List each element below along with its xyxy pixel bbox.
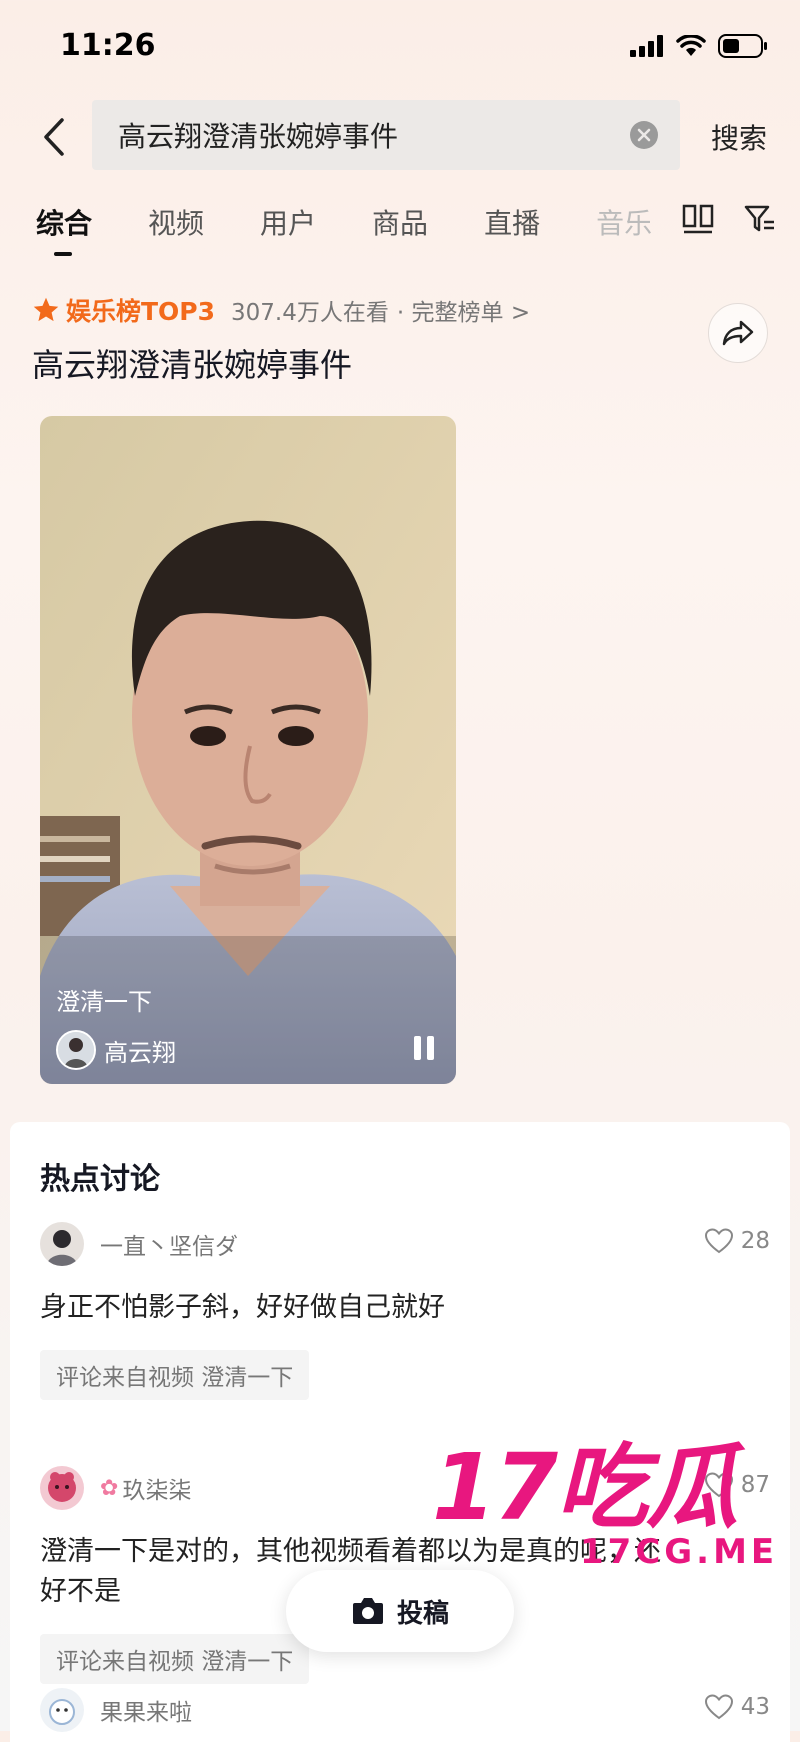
like-button[interactable]: 28: [704, 1228, 770, 1254]
watermark-domain: 17CG.ME: [580, 1532, 779, 1572]
author-name: 高云翔: [104, 1038, 176, 1067]
tab-video[interactable]: 视频: [148, 202, 204, 242]
comment-text: 身正不怕影子斜，好好做自己就好: [40, 1292, 445, 1323]
search-query: 高云翔澄清张婉婷事件: [118, 120, 399, 153]
video-author[interactable]: 高云翔: [56, 1030, 176, 1070]
video-card[interactable]: 澄清一下 高云翔: [40, 416, 456, 1084]
comment-item[interactable]: 一直丶坚信ダ 28 身正不怕影子斜，好好做自己就好 评论来自视频 澄清一下: [40, 1222, 770, 1400]
watermark-brand: 17吃瓜: [432, 1434, 738, 1541]
section-title: 热点讨论: [40, 1162, 160, 1197]
chevron-left-icon: [44, 118, 64, 156]
tab-bar: 综合 视频 用户 商品 直播 音乐: [36, 202, 708, 256]
comment-username[interactable]: 一直丶坚信ダ: [100, 1227, 238, 1261]
tab-live[interactable]: 直播: [484, 202, 540, 242]
status-icons: [630, 34, 768, 58]
like-count: 28: [740, 1228, 770, 1254]
star-icon: [33, 297, 59, 322]
rank-badge: 娱乐榜TOP3: [66, 297, 216, 326]
back-button[interactable]: [34, 112, 74, 162]
heart-icon: [704, 1694, 733, 1720]
signal-icon: [630, 35, 663, 57]
tab-users[interactable]: 用户: [260, 202, 316, 242]
watermark-logo: 17吃瓜 17CG.ME: [432, 1440, 792, 1580]
camera-icon: [352, 1598, 383, 1624]
avatar[interactable]: [40, 1466, 84, 1510]
avatar[interactable]: [40, 1688, 84, 1732]
pause-button[interactable]: [414, 1036, 434, 1060]
share-button[interactable]: [708, 303, 768, 363]
comment-source-tag[interactable]: 评论来自视频 澄清一下: [40, 1350, 310, 1400]
post-label: 投稿: [396, 1598, 449, 1629]
post-button[interactable]: 投稿: [286, 1570, 514, 1652]
tab-all[interactable]: 综合: [36, 202, 92, 256]
avatar[interactable]: [40, 1222, 84, 1266]
status-time: 11:26: [60, 28, 156, 63]
clear-search-button[interactable]: [630, 121, 658, 149]
share-icon: [722, 320, 754, 346]
topic-title: 高云翔澄清张婉婷事件: [32, 346, 353, 384]
layout-toggle-icon[interactable]: [682, 204, 714, 234]
tab-music[interactable]: 音乐: [596, 202, 652, 242]
close-icon: [637, 128, 651, 142]
comment-source-tag[interactable]: 评论来自视频 澄清一下: [40, 1634, 310, 1684]
tab-products[interactable]: 商品: [372, 202, 428, 242]
hot-rank-row[interactable]: 娱乐榜TOP3 307.4万人在看 · 完整榜单 >: [32, 292, 530, 328]
search-input[interactable]: 高云翔澄清张婉婷事件: [92, 100, 680, 170]
watching-count: 307.4万人在看: [231, 300, 389, 326]
full-list-link[interactable]: · 完整榜单 >: [397, 293, 530, 327]
pause-icon: [414, 1036, 421, 1060]
wifi-icon: [676, 35, 706, 56]
tab-tools: [682, 204, 776, 234]
heart-icon: [704, 1228, 733, 1254]
comment-username[interactable]: 果果来啦: [100, 1693, 192, 1727]
battery-icon: [718, 34, 767, 58]
like-count: 43: [740, 1694, 770, 1720]
flower-icon: ✿: [100, 1475, 119, 1501]
author-avatar: [56, 1030, 96, 1070]
filter-icon[interactable]: [744, 204, 776, 234]
search-button[interactable]: 搜索: [711, 117, 767, 157]
like-button[interactable]: 43: [704, 1694, 770, 1720]
comment-item[interactable]: 果果来啦 43: [40, 1688, 770, 1732]
comment-username[interactable]: 玖柒柒: [122, 1471, 191, 1505]
video-caption: 澄清一下: [56, 988, 152, 1016]
